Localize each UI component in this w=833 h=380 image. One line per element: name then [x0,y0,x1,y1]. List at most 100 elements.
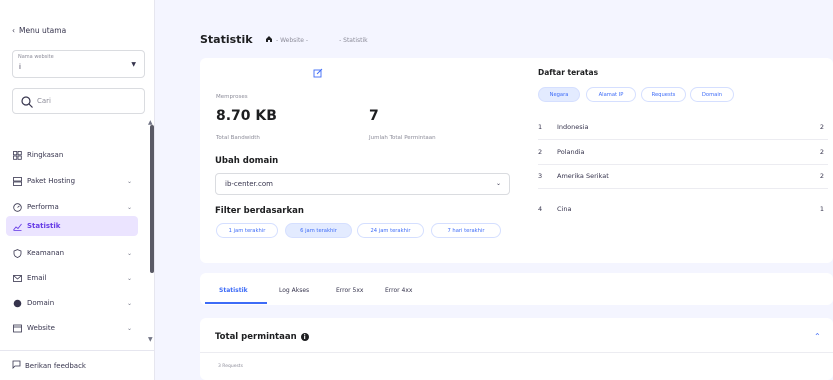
top-tab-requests[interactable]: Requests [641,87,686,102]
chevron-down-icon: ⌄ [126,249,132,257]
tab-error-4xx[interactable]: Error 4xx [385,287,412,294]
globe-icon [12,298,23,309]
active-tab-indicator [205,302,267,304]
bandwidth-label: Total Bandwidth [216,135,260,141]
edit-icon[interactable] [313,68,323,78]
sidebar-item-performa[interactable]: Performa ⌄ [12,197,140,217]
gauge-icon [12,202,23,213]
filter-chip-7d[interactable]: 7 hari terakhir [431,223,501,238]
y-axis-label: 3 Requests [218,364,243,369]
bandwidth-value: 8.70 KB [216,108,277,124]
caret-down-icon: ⌄ [495,180,501,187]
total-requests-label: Total permintaan [215,332,297,342]
sidebar-item-label: Keamanan [27,249,65,257]
sidebar-item-label: Ringkasan [27,151,64,159]
chat-icon [12,360,21,371]
domain-select[interactable]: ib-center.com ⌄ [215,173,510,195]
breadcrumb-website[interactable]: - Website - [276,37,308,44]
chevron-down-icon: ⌄ [126,177,132,185]
sidebar-item-label: Performa [27,203,59,211]
sidebar-item-website[interactable]: Website ⌄ [12,318,140,338]
sidebar-item-keamanan[interactable]: Keamanan ⌄ [12,243,140,263]
tab-log-akses[interactable]: Log Akses [279,287,309,294]
row-count: 2 [819,123,824,131]
filter-chip-1h[interactable]: 1 jam terakhir [216,223,278,238]
breadcrumb: - Website - - Statistik [265,35,368,45]
list-item: 1 Indonesia 2 [538,116,828,140]
top-tab-domain[interactable]: Domain [690,87,734,102]
chart-divider [200,352,833,353]
back-to-main-menu[interactable]: ‹ Menu utama [12,26,66,35]
feedback-button[interactable]: Berikan feedback [12,360,86,371]
requests-value: 7 [369,108,379,124]
filter-chip-24h[interactable]: 24 jam terakhir [357,223,424,238]
info-icon[interactable]: i [300,333,309,341]
sidebar-item-label: Paket Hosting [27,177,76,185]
row-index: 2 [538,148,543,156]
tab-statistik[interactable]: Statistik [219,287,248,294]
sidebar: ‹ Menu utama Nama website i ▼ Cari Ringk… [0,0,155,380]
sidebar-scrollbar[interactable] [150,125,154,273]
row-count: 2 [819,148,824,156]
search-icon [21,96,33,108]
sidebar-item-ringkasan[interactable]: Ringkasan [12,145,140,165]
window-icon [12,323,23,334]
top-tab-negara[interactable]: Negara [538,87,580,102]
grid-icon [12,150,23,161]
row-count: 1 [819,205,824,213]
website-select[interactable]: Nama website i ▼ [12,50,145,78]
search-placeholder: Cari [37,97,51,105]
home-icon[interactable] [265,35,273,45]
domain-select-value: ib-center.com [225,180,273,188]
filter-title: Filter berdasarkan [215,206,304,216]
top-list-title: Daftar teratas [538,68,599,77]
breadcrumb-statistik: - Statistik [339,36,368,44]
total-requests-card [200,318,833,380]
list-item: 4 Cina 1 [538,198,828,222]
back-label: Menu utama [19,26,67,35]
sidebar-item-paket-hosting[interactable]: Paket Hosting ⌄ [12,171,140,191]
feedback-label: Berikan feedback [25,361,86,370]
top-tab-alamat-ip[interactable]: Alamat IP [586,87,636,102]
processing-label: Memproses [216,94,248,100]
row-name: Indonesia [557,123,589,131]
sidebar-item-label: Domain [27,299,55,307]
sidebar-item-domain[interactable]: Domain ⌄ [12,293,140,313]
caret-down-icon: ▼ [131,61,136,68]
row-name: Polandia [557,148,585,156]
row-count: 2 [819,172,824,180]
sidebar-item-email[interactable]: Email ⌄ [12,268,140,288]
chevron-down-icon: ⌄ [126,299,132,307]
row-index: 4 [538,205,543,213]
row-name: Amerika Serikat [557,172,609,180]
chevron-down-icon: ⌄ [126,203,132,211]
sidebar-item-statistik[interactable]: Statistik [6,216,138,236]
chart-icon [12,221,23,232]
chevron-down-icon: ⌄ [126,274,132,282]
sidebar-item-label: Statistik [27,222,61,230]
row-index: 1 [538,123,543,131]
sidebar-item-label: Website [27,324,55,332]
filter-chip-6h[interactable]: 6 jam terakhir [285,223,352,238]
sidebar-divider [0,350,155,351]
requests-label: Jumlah Total Permintaan [369,135,436,141]
shield-icon [12,248,23,259]
page-title: Statistik [200,33,253,46]
tab-error-5xx[interactable]: Error 5xx [336,287,363,294]
list-item: 3 Amerika Serikat 2 [538,165,828,189]
scroll-down-arrow[interactable]: ▼ [148,336,153,343]
website-select-value: i [19,63,21,71]
website-select-label: Nama website [18,54,54,60]
row-name: Cina [557,205,572,213]
change-domain-title: Ubah domain [215,156,279,166]
sidebar-item-label: Email [27,274,47,282]
search-input[interactable]: Cari [12,88,145,114]
mail-icon [12,273,23,284]
row-index: 3 [538,172,543,180]
server-icon [12,176,23,187]
total-requests-title: Total permintaan i [215,332,309,342]
chevron-up-icon[interactable]: ⌃ [814,332,821,341]
chevron-left-icon: ‹ [12,26,15,35]
list-item: 2 Polandia 2 [538,141,828,165]
chevron-down-icon: ⌄ [126,324,132,332]
